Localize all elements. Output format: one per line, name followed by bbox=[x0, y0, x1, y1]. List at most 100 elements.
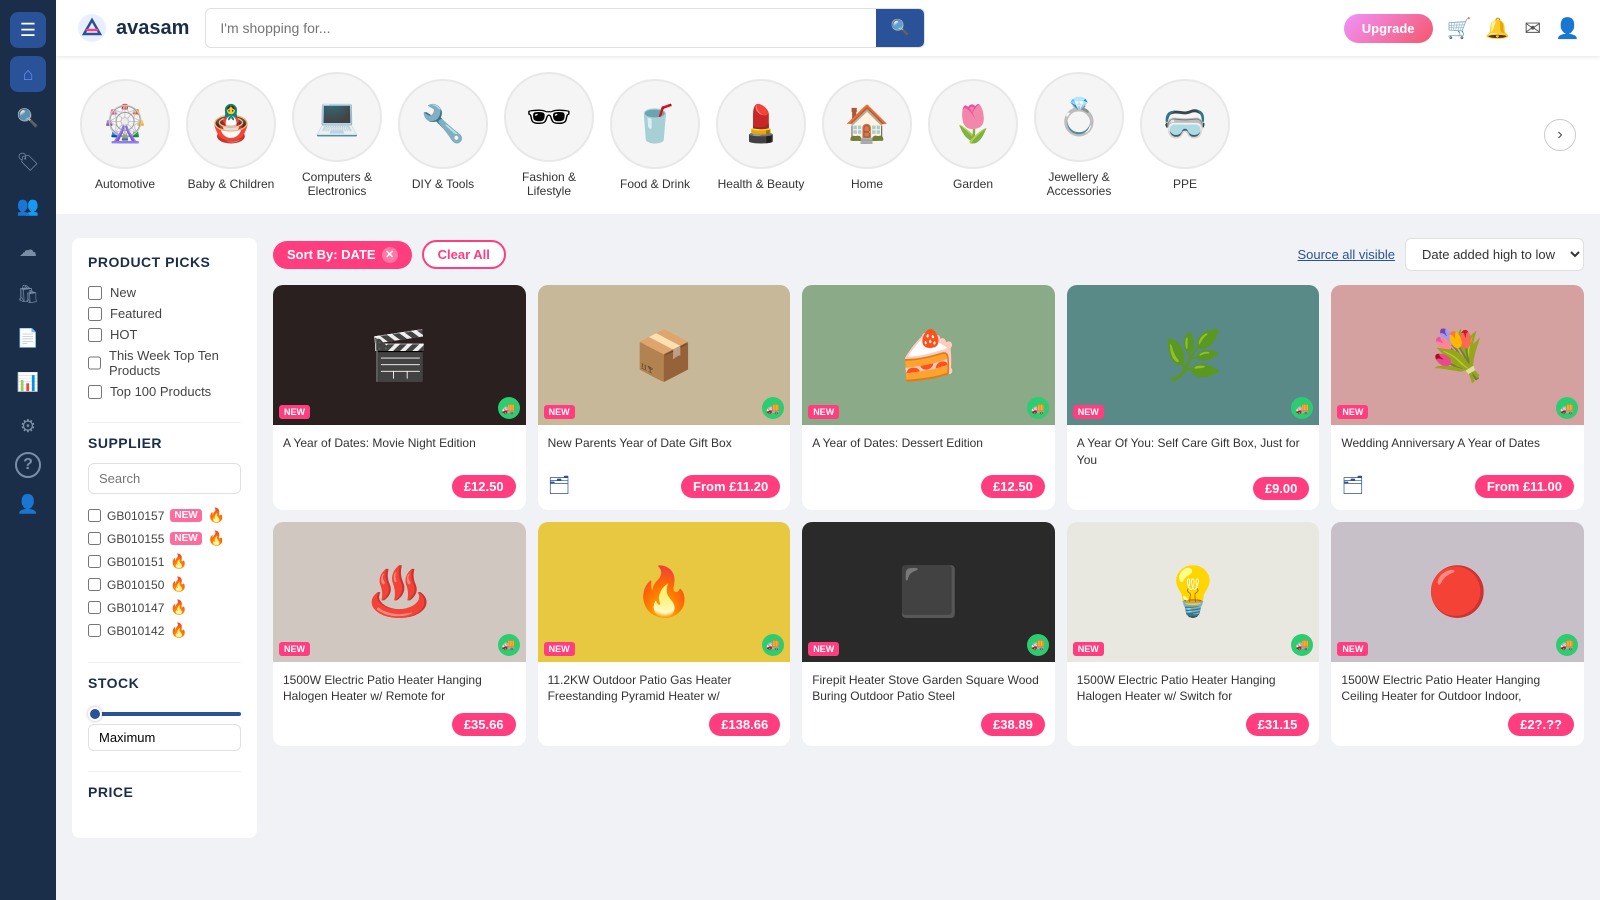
supplier-gb010142-checkbox[interactable] bbox=[88, 624, 101, 637]
category-baby-children[interactable]: 🪆 Baby & Children bbox=[186, 79, 276, 191]
product-image-7: 🔥 NEW 🚚 bbox=[538, 522, 791, 662]
bell-icon[interactable]: 🔔 bbox=[1485, 16, 1510, 41]
supplier-gb010150[interactable]: GB010150 🔥 bbox=[88, 573, 241, 596]
nav-file-icon[interactable]: 📄 bbox=[10, 320, 46, 356]
nav-home-icon[interactable]: ⌂ bbox=[10, 56, 46, 92]
product-image-4: 🌿 NEW 🚚 bbox=[1067, 285, 1320, 425]
product-new-badge-9: NEW bbox=[1073, 642, 1104, 656]
product-name-10: 1500W Electric Patio Heater Hanging Ceil… bbox=[1341, 672, 1574, 706]
filter-top100-checkbox[interactable] bbox=[88, 385, 102, 399]
product-name-6: 1500W Electric Patio Heater Hanging Halo… bbox=[283, 672, 516, 706]
product-info-3: A Year of Dates: Dessert Edition £12.50 bbox=[802, 425, 1055, 508]
supplier-gb010157[interactable]: GB010157 NEW 🔥 bbox=[88, 504, 241, 527]
product-price-2: From £11.20 bbox=[681, 475, 780, 498]
nav-users-icon[interactable]: 👥 bbox=[10, 188, 46, 224]
supplier-code: GB010157 bbox=[107, 509, 164, 523]
category-garden[interactable]: 🌷 Garden bbox=[928, 79, 1018, 191]
source-all-visible-link[interactable]: Source all visible bbox=[1297, 247, 1395, 262]
nav-help-icon[interactable]: ? bbox=[15, 452, 41, 478]
sort-badge-close-icon[interactable]: ✕ bbox=[382, 247, 398, 263]
category-computers-electronics[interactable]: 💻 Computers & Electronics bbox=[292, 72, 382, 198]
category-home[interactable]: 🏠 Home bbox=[822, 79, 912, 191]
product-info-1: A Year of Dates: Movie Night Edition £12… bbox=[273, 425, 526, 508]
messages-icon[interactable]: ✉ bbox=[1524, 16, 1541, 41]
category-diy-tools[interactable]: 🔧 DIY & Tools bbox=[398, 79, 488, 191]
category-health-beauty[interactable]: 💄 Health & Beauty bbox=[716, 79, 806, 191]
supplier-code: GB010147 bbox=[107, 601, 164, 615]
fire-icon-5: 🔥 bbox=[170, 599, 187, 616]
product-card-3[interactable]: 🍰 NEW 🚚 A Year of Dates: Dessert Edition… bbox=[802, 285, 1055, 510]
user-avatar-icon[interactable]: 👤 bbox=[1555, 16, 1580, 41]
product-card-7[interactable]: 🔥 NEW 🚚 11.2KW Outdoor Patio Gas Heater … bbox=[538, 522, 791, 747]
filter-week-top-checkbox[interactable] bbox=[88, 356, 101, 370]
fire-icon-1: 🔥 bbox=[208, 507, 225, 524]
category-next-button[interactable]: › bbox=[1544, 119, 1576, 151]
search-button[interactable]: 🔍 bbox=[876, 9, 924, 47]
top-header: avasam 🔍 Upgrade 🛒 🔔 ✉ 👤 bbox=[56, 0, 1600, 56]
supplier-gb010147-checkbox[interactable] bbox=[88, 601, 101, 614]
product-price-wrap-9: £31.15 bbox=[1077, 713, 1310, 736]
product-ship-badge-9: 🚚 bbox=[1291, 634, 1313, 656]
product-card-4[interactable]: 🌿 NEW 🚚 A Year Of You: Self Care Gift Bo… bbox=[1067, 285, 1320, 510]
category-bar: 🎡 Automotive 🪆 Baby & Children 💻 Compute… bbox=[56, 56, 1600, 214]
product-new-badge-6: NEW bbox=[279, 642, 310, 656]
category-fashion[interactable]: 🕶 Fashion & Lifestyle bbox=[504, 72, 594, 198]
category-food-drink[interactable]: 🥤 Food & Drink bbox=[610, 79, 700, 191]
filter-top100[interactable]: Top 100 Products bbox=[88, 381, 241, 402]
filter-new-checkbox[interactable] bbox=[88, 286, 102, 300]
supplier-search-input[interactable] bbox=[88, 463, 241, 494]
product-new-badge-4: NEW bbox=[1073, 405, 1104, 419]
sort-by-date-badge[interactable]: Sort By: DATE ✕ bbox=[273, 241, 412, 269]
search-input[interactable] bbox=[206, 12, 876, 44]
nav-tag-icon[interactable]: 🏷 bbox=[10, 144, 46, 180]
nav-settings-icon[interactable]: ⚙ bbox=[10, 408, 46, 444]
product-card-1[interactable]: 🎬 NEW 🚚 A Year of Dates: Movie Night Edi… bbox=[273, 285, 526, 510]
category-automotive[interactable]: 🎡 Automotive bbox=[80, 79, 170, 191]
supplier-gb010150-checkbox[interactable] bbox=[88, 578, 101, 591]
product-info-8: Firepit Heater Stove Garden Square Wood … bbox=[802, 662, 1055, 747]
filter-new[interactable]: New bbox=[88, 282, 241, 303]
stock-max-input[interactable] bbox=[88, 724, 241, 751]
stock-slider[interactable] bbox=[88, 712, 241, 716]
product-ship-badge-1: 🚚 bbox=[498, 397, 520, 419]
search-bar[interactable]: 🔍 bbox=[205, 8, 925, 48]
filter-week-top[interactable]: This Week Top Ten Products bbox=[88, 345, 241, 381]
category-jewellery[interactable]: 💍 Jewellery & Accessories bbox=[1034, 72, 1124, 198]
filter-featured-checkbox[interactable] bbox=[88, 307, 102, 321]
product-info-5: Wedding Anniversary A Year of Dates 🗂 Fr… bbox=[1331, 425, 1584, 508]
nav-cloud-icon[interactable]: ☁ bbox=[10, 232, 46, 268]
product-card-10[interactable]: 🔴 NEW 🚚 1500W Electric Patio Heater Hang… bbox=[1331, 522, 1584, 747]
upgrade-button[interactable]: Upgrade bbox=[1344, 14, 1433, 43]
product-card-6[interactable]: ♨️ NEW 🚚 1500W Electric Patio Heater Han… bbox=[273, 522, 526, 747]
product-card-5[interactable]: 💐 NEW 🚚 Wedding Anniversary A Year of Da… bbox=[1331, 285, 1584, 510]
supplier-gb010147[interactable]: GB010147 🔥 bbox=[88, 596, 241, 619]
product-card-8[interactable]: ⬛ NEW 🚚 Firepit Heater Stove Garden Squa… bbox=[802, 522, 1055, 747]
filter-hot[interactable]: HOT bbox=[88, 324, 241, 345]
nav-chart-icon[interactable]: 📊 bbox=[10, 364, 46, 400]
category-home-icon: 🏠 bbox=[822, 79, 912, 169]
supplier-gb010151[interactable]: GB010151 🔥 bbox=[88, 550, 241, 573]
nav-search-icon[interactable]: 🔍 bbox=[10, 100, 46, 136]
nav-menu-icon[interactable]: ☰ bbox=[10, 12, 46, 48]
product-price-wrap-8: £38.89 bbox=[812, 713, 1045, 736]
sort-select[interactable]: Date added high to low Date added low to… bbox=[1405, 238, 1584, 271]
category-ppe[interactable]: 🥽 PPE bbox=[1140, 79, 1230, 191]
supplier-code: GB010150 bbox=[107, 578, 164, 592]
product-price-wrap-5: 🗂 From £11.00 bbox=[1341, 475, 1574, 498]
nav-person-icon[interactable]: 👤 bbox=[10, 486, 46, 522]
product-info-6: 1500W Electric Patio Heater Hanging Halo… bbox=[273, 662, 526, 747]
product-new-badge-1: NEW bbox=[279, 405, 310, 419]
filter-featured[interactable]: Featured bbox=[88, 303, 241, 324]
supplier-gb010155-checkbox[interactable] bbox=[88, 532, 101, 545]
supplier-gb010142[interactable]: GB010142 🔥 bbox=[88, 619, 241, 642]
nav-bag-icon[interactable]: 🛍 bbox=[10, 276, 46, 312]
cart-icon[interactable]: 🛒 bbox=[1447, 16, 1472, 41]
product-ship-badge-8: 🚚 bbox=[1027, 634, 1049, 656]
product-card-2[interactable]: 📦 NEW 🚚 New Parents Year of Date Gift Bo… bbox=[538, 285, 791, 510]
clear-all-button[interactable]: Clear All bbox=[422, 240, 506, 269]
supplier-gb010151-checkbox[interactable] bbox=[88, 555, 101, 568]
product-card-9[interactable]: 💡 NEW 🚚 1500W Electric Patio Heater Hang… bbox=[1067, 522, 1320, 747]
supplier-gb010157-checkbox[interactable] bbox=[88, 509, 101, 522]
supplier-gb010155[interactable]: GB010155 NEW 🔥 bbox=[88, 527, 241, 550]
filter-hot-checkbox[interactable] bbox=[88, 328, 102, 342]
